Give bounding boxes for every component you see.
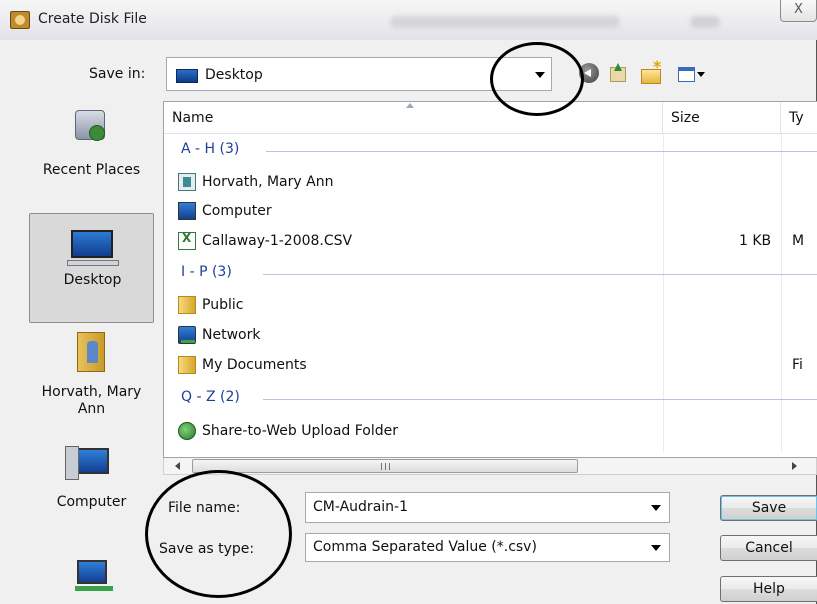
group-header[interactable]: Q - Z (2) (181, 389, 240, 409)
list-item[interactable]: Computer (178, 199, 798, 225)
item-name: Callaway-1-2008.CSV (202, 233, 353, 249)
place-recent-places[interactable]: Recent Places (29, 100, 154, 200)
save-button[interactable]: Save (720, 495, 817, 521)
file-name-value[interactable]: CM-Audrain-1 (313, 499, 408, 515)
title-bar: Create Disk File X (0, 0, 817, 40)
item-name: Computer (202, 203, 272, 219)
list-item[interactable]: My Documents Fi (178, 353, 803, 379)
csv-file-icon (178, 231, 196, 250)
item-name: Horvath, Mary Ann (202, 174, 334, 190)
item-name: My Documents (202, 357, 307, 373)
place-label: Recent Places (42, 162, 141, 178)
computer-icon (178, 202, 196, 220)
item-size: 1 KB (739, 233, 772, 249)
folder-icon (178, 296, 196, 314)
item-name: Network (202, 327, 261, 343)
group-divider (266, 151, 817, 152)
user-folder-icon (77, 332, 105, 372)
horizontal-scrollbar[interactable] (163, 458, 817, 475)
save-in-value: Desktop (205, 67, 263, 83)
save-as-type-dropdown[interactable]: Comma Separated Value (*.csv) (305, 533, 670, 562)
share-folder-icon (178, 422, 196, 440)
dialog-title: Create Disk File (38, 11, 147, 27)
network-icon (75, 560, 113, 591)
group-header[interactable]: I - P (3) (181, 264, 232, 284)
item-type: M (792, 233, 805, 249)
blurred-title-text-2 (690, 16, 720, 28)
place-label: Horvath, Mary Ann (41, 384, 142, 417)
save-in-label: Save in: (89, 66, 146, 82)
network-icon (178, 326, 196, 344)
item-type: Fi (792, 357, 803, 373)
create-disk-file-dialog: Create Disk File X Save in: Desktop Rece… (0, 0, 817, 604)
cancel-button[interactable]: Cancel (720, 535, 817, 561)
desktop-icon (176, 69, 198, 83)
places-bar: Recent Places Desktop Horvath, Mary Ann … (29, 100, 154, 604)
chevron-down-icon[interactable] (651, 545, 661, 551)
contact-folder-icon (178, 173, 196, 191)
new-folder-icon[interactable] (640, 57, 661, 84)
list-item[interactable]: Network (178, 323, 798, 349)
group-header[interactable]: A - H (3) (181, 141, 239, 161)
scroll-grip-icon (381, 463, 390, 470)
computer-icon (65, 446, 109, 480)
place-label: Computer (56, 494, 127, 510)
list-item[interactable]: Public (178, 293, 798, 319)
place-user-folder[interactable]: Horvath, Mary Ann (29, 328, 154, 438)
list-item[interactable]: Share-to-Web Upload Folder (178, 419, 798, 445)
save-as-type-value: Comma Separated Value (*.csv) (313, 539, 537, 555)
column-header-type[interactable]: Ty (781, 102, 817, 134)
folder-icon (178, 356, 196, 374)
close-button[interactable]: X (780, 0, 817, 22)
app-icon (10, 11, 30, 29)
chevron-down-icon[interactable] (651, 505, 661, 511)
annotation-circle-dropdown (490, 42, 584, 116)
scroll-left-icon[interactable] (175, 462, 180, 470)
place-network[interactable] (29, 552, 154, 604)
group-divider (263, 399, 817, 400)
up-folder-icon[interactable] (607, 63, 627, 83)
item-name: Public (202, 297, 244, 313)
place-computer[interactable]: Computer (29, 443, 154, 523)
scrollbar-thumb[interactable] (192, 459, 578, 473)
item-name: Share-to-Web Upload Folder (202, 423, 398, 439)
column-header-size[interactable]: Size (663, 102, 781, 134)
list-item[interactable]: Horvath, Mary Ann (178, 170, 798, 196)
desktop-icon (67, 230, 119, 266)
column-header-name[interactable]: Name (164, 102, 663, 134)
help-button[interactable]: Help (720, 576, 817, 602)
recent-places-icon (75, 110, 105, 141)
annotation-circle-labels (145, 470, 292, 598)
views-menu-icon[interactable] (678, 63, 708, 83)
file-list[interactable]: Name Size Ty A - H (3) Horvath, Mary Ann… (163, 101, 817, 458)
place-label: Desktop (63, 272, 122, 288)
group-divider (263, 274, 817, 275)
file-name-field[interactable]: CM-Audrain-1 (305, 492, 670, 523)
scroll-right-icon[interactable] (792, 462, 797, 470)
list-item[interactable]: Callaway-1-2008.CSV 1 KB M (178, 229, 804, 255)
column-header-row: Name Size Ty (164, 102, 817, 134)
place-desktop[interactable]: Desktop (29, 213, 154, 323)
blurred-title-text (390, 16, 620, 28)
